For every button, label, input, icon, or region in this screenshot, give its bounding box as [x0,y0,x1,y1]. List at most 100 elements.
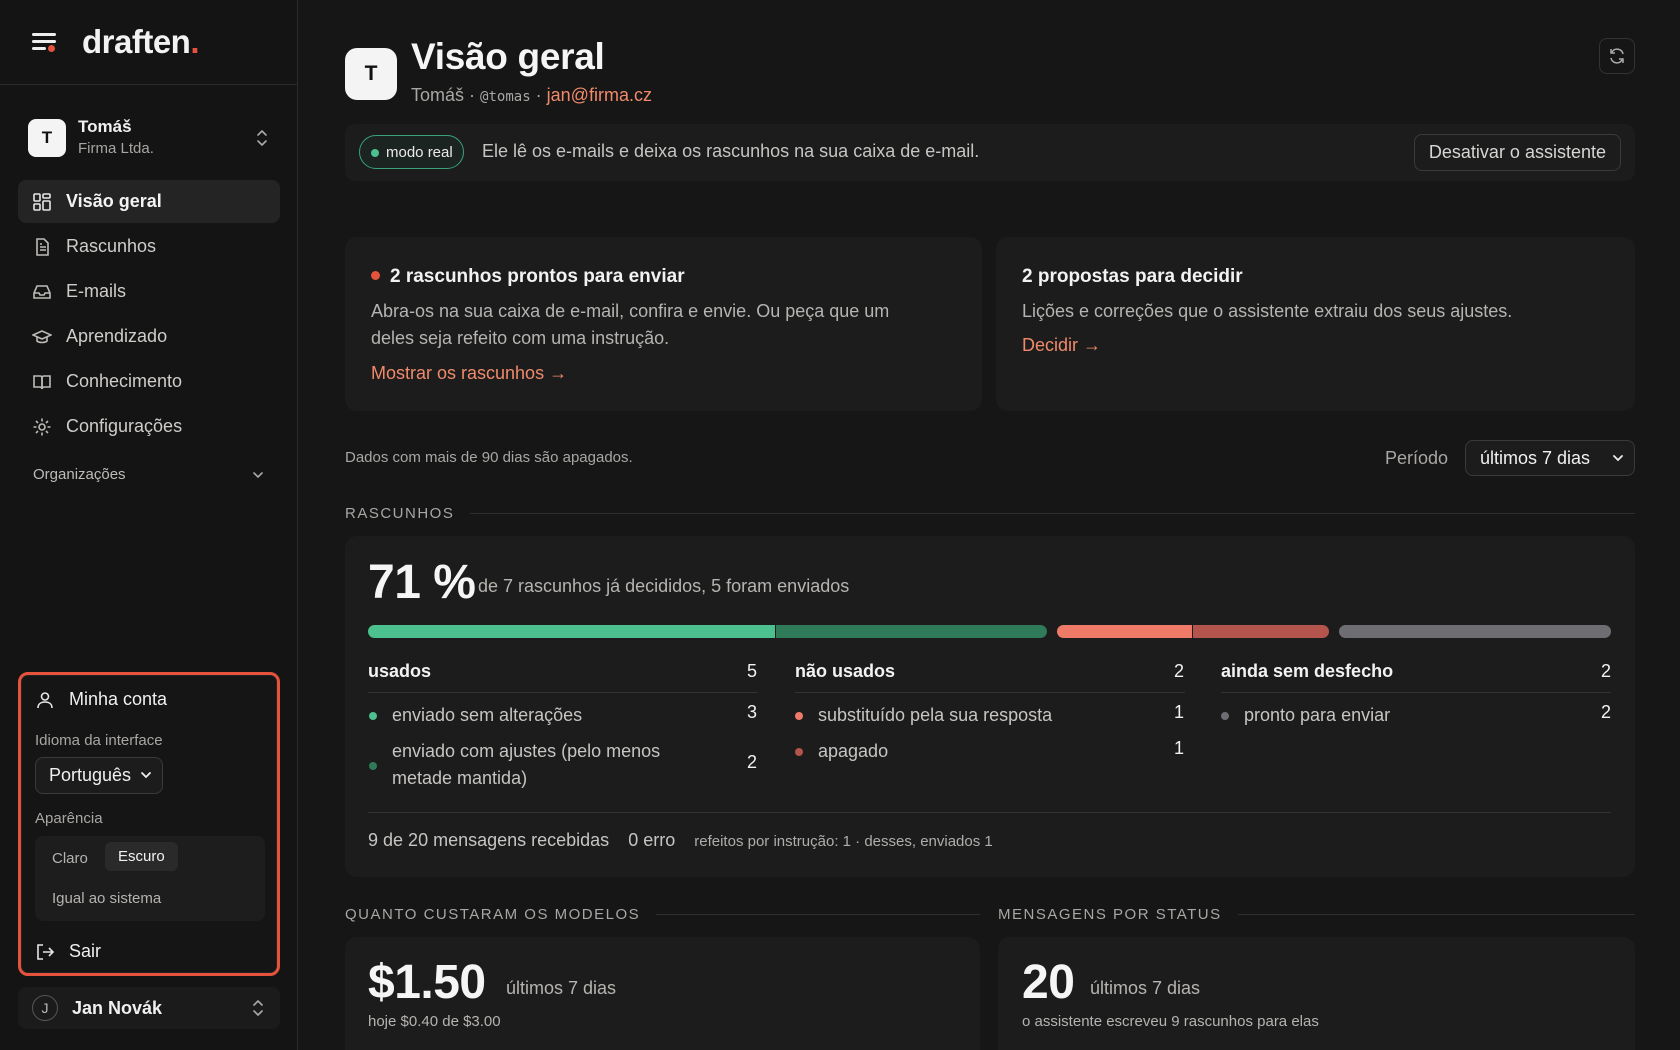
show-drafts-link[interactable]: Mostrar os rascunhos → [371,363,567,384]
my-account-item[interactable]: Minha conta [35,689,167,710]
used-column-title: usados [368,661,432,681]
sidebar-item-label: Rascunhos [66,236,157,256]
theme-switcher: Claro Escuro Igual ao sistema [35,836,265,921]
header-name: Tomáš [411,85,465,105]
sidebar-item-label: Visão geral [66,191,162,211]
chevron-down-icon [141,772,151,779]
sidebar-item-label: E-mails [66,281,127,301]
bar-segment-sent-unchanged [368,625,775,638]
appearance-label: Aparência [35,810,103,827]
unused-row-label: apagado [818,741,889,761]
dashboard-icon [33,192,51,211]
status-dot [795,748,803,756]
organizations-label: Organizações [33,466,126,483]
decide-link[interactable]: Decidir → [1022,335,1101,356]
theme-dark-option[interactable]: Escuro [105,842,178,871]
messages-value: 20 [1022,956,1075,1009]
proposals-title: 2 propostas para decidir [1022,266,1243,287]
inbox-icon [33,284,51,299]
header-email-link[interactable]: jan@firma.cz [547,85,652,105]
pending-row-count: 2 [1600,702,1611,722]
logo-bar: draften. [0,0,297,85]
main-content: T Visão geral Tomáš · @tomas · jan@firma… [345,0,1635,1050]
unused-row-count: 1 [1173,702,1184,722]
gear-icon [33,418,51,435]
costs-value: $1.50 [368,956,486,1009]
separator: · [535,85,542,105]
header-handle: @tomas [480,89,531,105]
period-label: Período [1385,448,1449,468]
retention-note: Dados com mais de 90 dias são apagados. [345,449,633,466]
account-menu-panel: Minha conta Idioma da interface Portuguê… [18,672,280,976]
alert-dot [371,271,380,280]
drafts-percent-text: de 7 rascunhos já decididos, 5 foram env… [478,576,850,596]
logout-item[interactable]: Sair [35,941,101,962]
header-subline: Tomáš · @tomas · jan@firma.cz [411,85,652,106]
chevron-down-icon [253,471,263,478]
user-icon [37,691,53,708]
costs-section-header: QUANTO CUSTARAM OS MODELOS [345,906,980,923]
bar-segment-replaced [1057,625,1193,638]
chevron-updown-icon [253,1000,263,1016]
messages-section-title: MENSAGENS POR STATUS [998,906,1222,923]
menu-icon[interactable] [30,29,60,55]
unused-row-count: 1 [1173,738,1184,758]
bar-segment-deleted [1193,625,1330,638]
account-name: Tomáš [78,117,132,136]
period-select[interactable]: últimos 7 dias [1465,440,1635,476]
account-org: Firma Ltda. [78,140,154,157]
error-count: 0 erro [628,830,676,850]
user-switcher[interactable]: J Jan Novák [18,987,280,1029]
theme-light-option[interactable]: Claro [39,844,101,873]
proposals-text: Lições e correções que o assistente extr… [1022,301,1513,321]
mode-bar: modo real Ele lê os e-mails e deixa os r… [345,124,1635,181]
graduation-cap-icon [32,329,52,343]
pending-row-label: pronto para enviar [1244,705,1391,725]
drafts-section-header: RASCUNHOS [345,505,1635,522]
used-column-count: 5 [746,661,757,681]
sidebar-nav: Visão geral Rascunhos E-mails Aprendizad… [18,180,280,450]
language-label: Idioma da interface [35,732,163,749]
bar-segment-pending [1339,625,1611,638]
refresh-icon [1610,48,1624,64]
separator: · [469,85,476,105]
logout-label: Sair [69,941,102,961]
mode-description: Ele lê os e-mails e deixa os rascunhos n… [482,141,980,161]
status-dot [1221,712,1229,720]
refresh-button[interactable] [1599,38,1635,74]
app-logo[interactable]: draften. [82,23,199,61]
drafts-ready-text: Abra-os na sua caixa de e-mail, confira … [371,301,890,348]
sidebar-item-conhecimento[interactable]: Conhecimento [18,360,280,403]
deactivate-assistant-button[interactable]: Desativar o assistente [1413,134,1621,171]
document-icon [36,237,49,256]
account-switcher[interactable]: T Tomáš Firma Ltda. [18,110,280,166]
received-text: de 20 mensagens recebidas [383,830,610,850]
period-value: últimos 7 dias [1480,447,1591,468]
sidebar-item-rascunhos[interactable]: Rascunhos [18,225,280,268]
language-value: Português [49,765,132,785]
header-avatar: T [345,48,397,100]
used-row-count: 2 [746,752,757,772]
sidebar-item-emails[interactable]: E-mails [18,270,280,313]
page-title: Visão geral [411,36,605,77]
sidebar-item-visao-geral[interactable]: Visão geral [18,180,280,223]
pending-column-title: ainda sem desfecho [1221,661,1394,681]
redo-stats: refeitos por instrução: 1 · desses, envi… [694,833,993,850]
bar-segment-sent-adjusted [775,625,1048,638]
book-icon [33,374,51,389]
sidebar-item-label: Configurações [66,416,183,436]
costs-today: hoje $0.40 de $3.00 [368,1013,501,1030]
sidebar-item-configuracoes[interactable]: Configurações [18,405,280,448]
theme-system-option[interactable]: Igual ao sistema [39,884,174,913]
my-account-label: Minha conta [69,689,168,709]
chevron-down-icon [1613,455,1623,462]
drafts-section-title: RASCUNHOS [345,505,455,522]
status-dot [795,712,803,720]
chevron-updown-icon [257,130,267,146]
mode-status-badge: modo real [359,135,464,169]
organizations-toggle[interactable]: Organizações [33,466,265,483]
language-select[interactable]: Português [35,757,163,794]
costs-period: últimos 7 dias [506,978,617,998]
sidebar-item-aprendizado[interactable]: Aprendizado [18,315,280,358]
sidebar: draften. T Tomáš Firma Ltda. Visão geral… [0,0,298,1050]
